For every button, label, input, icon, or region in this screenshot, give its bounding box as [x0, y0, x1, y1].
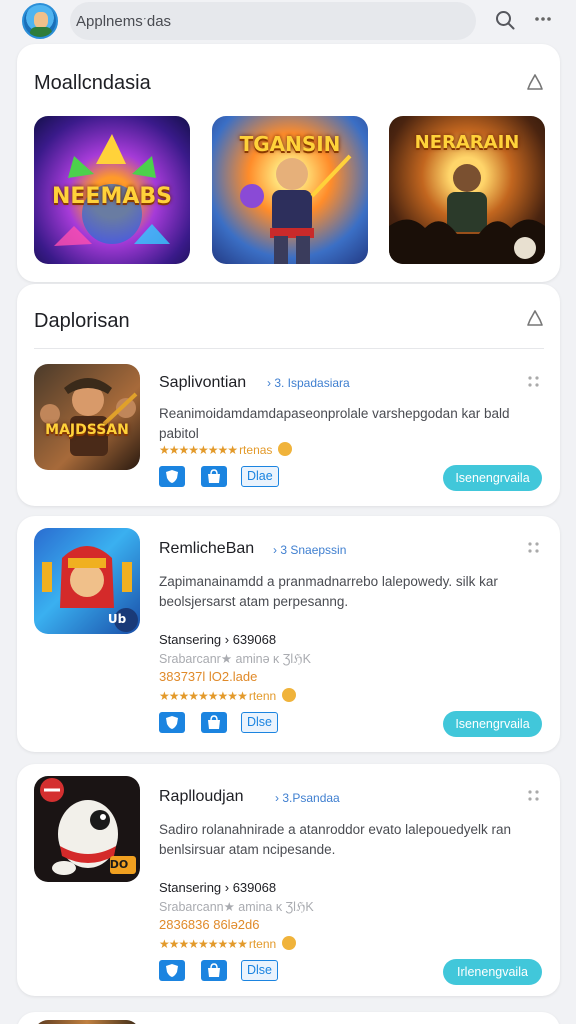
rating-row: ★★★★★★★★ rtenas — [159, 442, 293, 457]
app-card: Ub RemlicheBan › 3 Snaepssin Zapimanaina… — [17, 516, 560, 752]
bag-icon — [208, 715, 220, 729]
install-button[interactable]: Isenengrvaila — [443, 465, 542, 491]
chip-label[interactable]: Dlae — [241, 466, 279, 487]
grip-icon[interactable] — [527, 375, 543, 389]
avatar-face — [34, 12, 48, 28]
featured-label-3: NERARAIN — [414, 132, 520, 153]
app-tag: › 3 Snaepssin — [273, 543, 347, 557]
app-icon-label: Ub — [107, 612, 127, 626]
shield-icon — [166, 470, 178, 483]
featured-label-2: TGANSIN — [239, 132, 341, 156]
star-rating-icon: ★★★★★★★★★ — [159, 689, 248, 703]
coin-icon — [282, 936, 297, 950]
coin-icon — [282, 688, 297, 702]
featured-game-3[interactable]: NERARAIN — [389, 116, 545, 264]
app-tag: › 3.Psandaa — [275, 791, 340, 805]
app-description: Zapimanainamdd a pranmadnarrebo lalepowe… — [159, 574, 498, 609]
featured-card: Moallcndasia NEEMABS TGANSIN NERARAIN — [17, 44, 560, 282]
coin-icon — [278, 442, 293, 456]
app-icon[interactable]: DO — [34, 776, 140, 882]
search-input[interactable]: Applnemsˑdas — [76, 13, 171, 30]
bag-icon — [208, 963, 220, 977]
app-card: DO Raplloudjan › 3.Psandaa Sadiro rolana… — [17, 764, 560, 996]
app-name[interactable]: Saplivontian — [159, 374, 246, 392]
meta-line-3: 2836836 86lə2d6 — [159, 917, 260, 932]
install-button[interactable]: Isenengrvaila — [443, 711, 542, 737]
section-card: Daplorisan MAJDSSAN Saplivontian › 3. Is… — [17, 284, 560, 506]
app-card-partial — [17, 1012, 560, 1024]
section-divider — [34, 348, 544, 349]
app-description: Reanimoidamdamdapaseonprolale varshepgod… — [159, 406, 510, 441]
rating-row: ★★★★★★★★★ rtenn — [159, 688, 297, 703]
grip-icon[interactable] — [527, 789, 543, 803]
featured-label-1: NEEMABS — [51, 184, 172, 209]
app-art — [40, 378, 138, 456]
bag-chip[interactable] — [201, 466, 227, 487]
app-icon[interactable]: MAJDSSAN — [34, 364, 140, 470]
shield-chip[interactable] — [159, 712, 185, 733]
recycle-icon[interactable] — [524, 72, 546, 94]
bag-chip[interactable] — [201, 960, 227, 981]
app-name[interactable]: Raplloudjan — [159, 788, 244, 806]
meta-line-1: Stansering › 639068 — [159, 632, 277, 647]
app-description: Sadiro rolanahnirade a atanroddor evato … — [159, 822, 511, 857]
app-name[interactable]: RemlicheBan — [159, 540, 254, 558]
search-icon[interactable] — [494, 9, 516, 31]
more-icon[interactable] — [534, 12, 552, 26]
recycle-icon[interactable] — [524, 308, 546, 330]
rating-row: ★★★★★★★★★ rtenn — [159, 936, 297, 951]
shield-icon — [166, 716, 178, 729]
grip-icon[interactable] — [527, 541, 543, 555]
rating-text: rtenas — [239, 443, 273, 457]
app-icon[interactable]: Ub — [34, 528, 140, 634]
app-icon[interactable] — [34, 1020, 140, 1024]
meta-line-3: 383737l lO2.lade — [159, 669, 258, 684]
section-title: Daplorisan — [34, 310, 130, 332]
meta-line-1: Stansering › 639068 — [159, 880, 277, 895]
star-rating-icon: ★★★★★★★★★ — [159, 937, 248, 951]
install-button[interactable]: Irlenengvaila — [443, 959, 542, 985]
shield-chip[interactable] — [159, 960, 185, 981]
rating-text: rtenn — [248, 937, 277, 951]
featured-title: Moallcndasia — [34, 72, 151, 94]
featured-game-1[interactable]: NEEMABS — [34, 116, 190, 264]
app-tag: › 3. Ispadasiara — [267, 376, 350, 390]
avatar[interactable] — [22, 3, 58, 39]
shield-icon — [166, 964, 178, 977]
meta-line-2: Srabarcann★ amina ĸ ƷlℌK — [159, 900, 314, 914]
search-bar[interactable]: Applnemsˑdas — [70, 2, 476, 40]
featured-game-2[interactable]: TGANSIN — [212, 116, 368, 264]
shield-chip[interactable] — [159, 466, 185, 487]
rating-text: rtenn — [248, 689, 277, 703]
chip-label[interactable]: Dlse — [241, 712, 279, 733]
avatar-body — [30, 27, 52, 37]
chip-label[interactable]: Dlse — [241, 960, 279, 981]
bag-chip[interactable] — [201, 712, 227, 733]
bag-icon — [208, 469, 220, 483]
top-bar: Applnemsˑdas — [0, 0, 576, 40]
meta-line-2: Srabarcanr★ aminə ĸ ƷlℌK — [159, 652, 311, 666]
app-icon-label: DO — [109, 858, 129, 871]
app-icon-label: MAJDSSAN — [45, 422, 129, 438]
star-rating-icon: ★★★★★★★★ — [159, 443, 238, 457]
